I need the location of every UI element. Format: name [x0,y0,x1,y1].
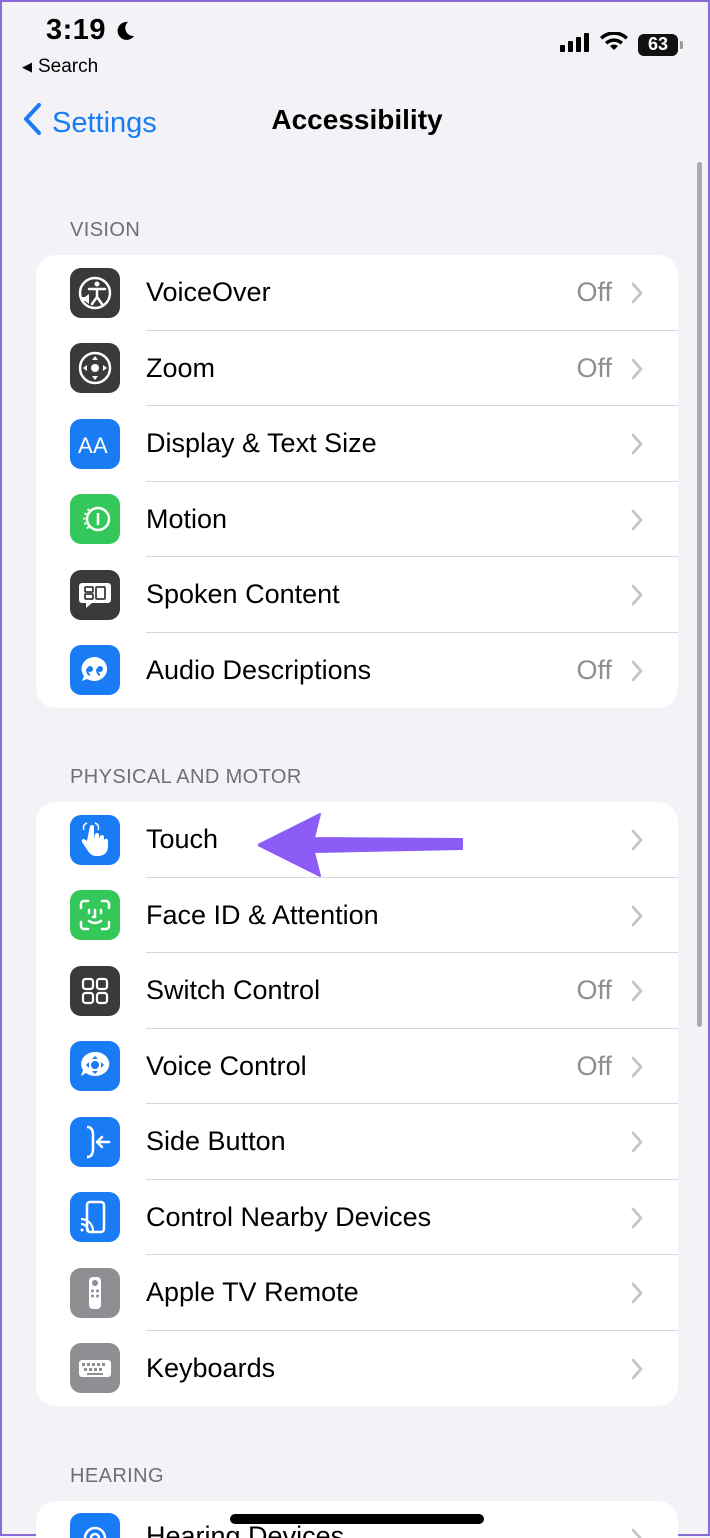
status-time: 3:19 [46,14,136,47]
text-size-icon: AA [70,418,120,469]
chevron-right-icon [630,1527,644,1538]
row-zoom[interactable]: Zoom Off [36,331,678,406]
back-triangle-icon: ◀ [22,59,32,74]
chevron-right-icon [630,508,644,537]
chevron-right-icon [630,281,644,310]
hearing-devices-icon [70,1513,120,1538]
row-face-id-attention[interactable]: Face ID & Attention [36,878,678,953]
side-button-icon [70,1116,120,1167]
row-audio-descriptions[interactable]: Audio Descriptions Off [36,633,678,709]
section-header-hearing: HEARING [70,1465,164,1487]
touch-icon [70,814,120,865]
annotation-arrow [257,812,468,883]
switch-control-icon [70,965,120,1016]
group-vision: VoiceOver Off Zoom Off AA Display & Text… [36,255,678,708]
row-voice-control[interactable]: Voice Control Off [36,1029,678,1104]
section-header-vision: VISION [70,219,141,241]
chevron-right-icon [630,1357,644,1386]
row-spoken-content[interactable]: Spoken Content [36,557,678,633]
chevron-right-icon [630,659,644,688]
chevron-right-icon [630,1055,644,1084]
chevron-right-icon [630,979,644,1008]
chevron-right-icon [630,1281,644,1310]
back-to-app-button[interactable]: ◀ Search [22,56,98,78]
navigation-bar: Settings Accessibility [2,98,708,148]
chevron-right-icon [630,828,644,857]
focus-moon-icon [114,20,136,42]
cellular-signal-icon [560,32,590,57]
chevron-right-icon [630,432,644,461]
voice-control-icon [70,1041,120,1092]
chevron-right-icon [630,357,644,386]
motion-icon [70,494,120,545]
section-header-physical-motor: PHYSICAL AND MOTOR [70,766,302,788]
svg-text:A: A [78,433,93,458]
row-keyboards[interactable]: Keyboards [36,1331,678,1407]
spoken-content-icon [70,569,120,620]
row-motion[interactable]: Motion [36,482,678,557]
face-id-icon [70,890,120,941]
battery-icon: 63 [638,33,683,56]
nearby-devices-icon [70,1192,120,1243]
status-indicators: 63 [560,31,683,57]
row-switch-control[interactable]: Switch Control Off [36,953,678,1029]
chevron-right-icon [630,583,644,612]
wifi-icon [600,31,628,57]
audio-descriptions-icon [70,645,120,696]
chevron-right-icon [630,904,644,933]
row-voiceover[interactable]: VoiceOver Off [36,255,678,331]
chevron-right-icon [630,1130,644,1159]
chevron-right-icon [630,1206,644,1235]
group-physical-motor: Touch Face ID & Attention Switch Control… [36,802,678,1406]
tv-remote-icon [70,1267,120,1318]
row-apple-tv-remote[interactable]: Apple TV Remote [36,1255,678,1331]
svg-text:A: A [93,433,108,458]
row-display-text-size[interactable]: AA Display & Text Size [36,406,678,482]
page-title: Accessibility [271,104,443,135]
keyboard-icon [70,1343,120,1394]
home-indicator[interactable] [230,1514,484,1524]
scrollbar[interactable] [697,162,702,1027]
row-control-nearby-devices[interactable]: Control Nearby Devices [36,1180,678,1255]
row-side-button[interactable]: Side Button [36,1104,678,1180]
zoom-icon [70,343,120,394]
voiceover-icon [70,267,120,318]
